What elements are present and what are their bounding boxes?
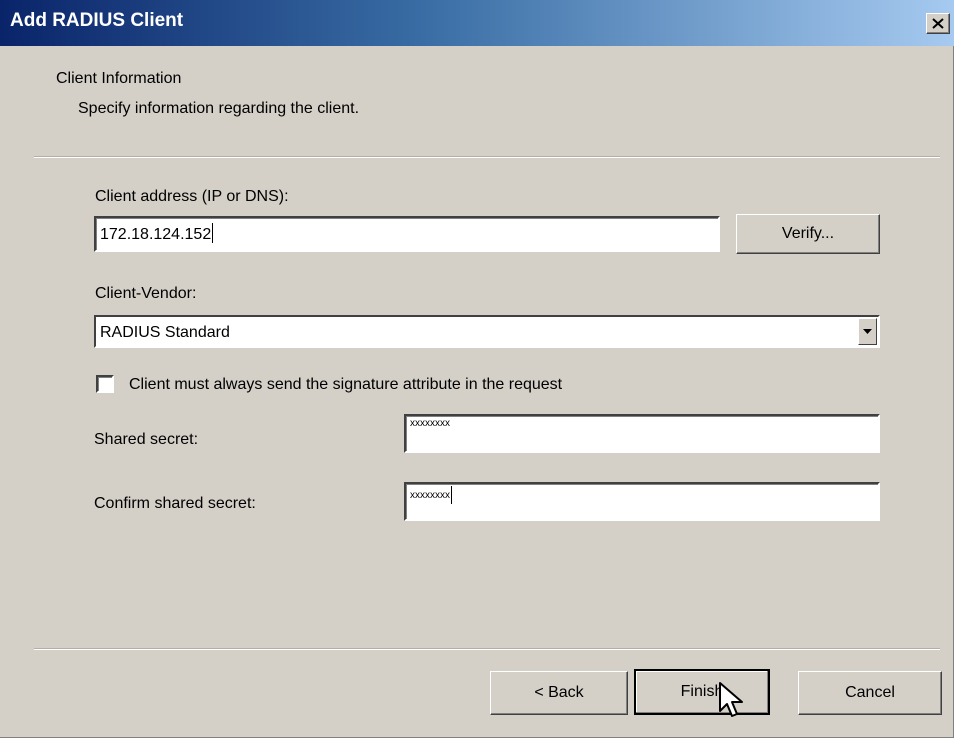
add-radius-client-dialog: Add RADIUS Client Client Information Spe…	[0, 0, 954, 738]
footer-divider	[34, 648, 940, 650]
client-vendor-select[interactable]: RADIUS Standard	[94, 315, 880, 348]
header-divider	[34, 156, 940, 158]
cancel-button[interactable]: Cancel	[798, 671, 942, 715]
client-address-value: 172.18.124.152	[100, 226, 212, 243]
title-bar: Add RADIUS Client	[0, 0, 954, 46]
text-caret	[212, 223, 214, 243]
section-title: Client Information	[56, 70, 182, 87]
close-button[interactable]	[926, 13, 950, 34]
client-address-input[interactable]: 172.18.124.152	[94, 216, 720, 252]
confirm-secret-input[interactable]: xxxxxxxx	[404, 482, 880, 521]
back-button[interactable]: < Back	[490, 671, 628, 715]
text-caret	[451, 486, 452, 504]
window-title: Add RADIUS Client	[10, 10, 184, 31]
shared-secret-label: Shared secret:	[94, 431, 199, 448]
client-vendor-value: RADIUS Standard	[100, 324, 230, 341]
confirm-secret-value: xxxxxxxx	[410, 490, 450, 501]
verify-button[interactable]: Verify...	[736, 214, 880, 254]
signature-checkbox[interactable]	[96, 375, 114, 393]
chevron-down-icon[interactable]	[858, 318, 877, 345]
finish-button[interactable]: Finish	[634, 669, 770, 715]
mouse-pointer-icon	[718, 681, 744, 724]
section-subtitle: Specify information regarding the client…	[78, 100, 360, 117]
shared-secret-input[interactable]: xxxxxxxx	[404, 414, 880, 453]
close-icon	[932, 15, 944, 32]
client-address-label: Client address (IP or DNS):	[95, 188, 289, 205]
confirm-secret-label: Confirm shared secret:	[94, 495, 256, 512]
signature-checkbox-label: Client must always send the signature at…	[129, 376, 563, 393]
client-vendor-label: Client-Vendor:	[95, 285, 197, 302]
shared-secret-value: xxxxxxxx	[410, 418, 450, 429]
